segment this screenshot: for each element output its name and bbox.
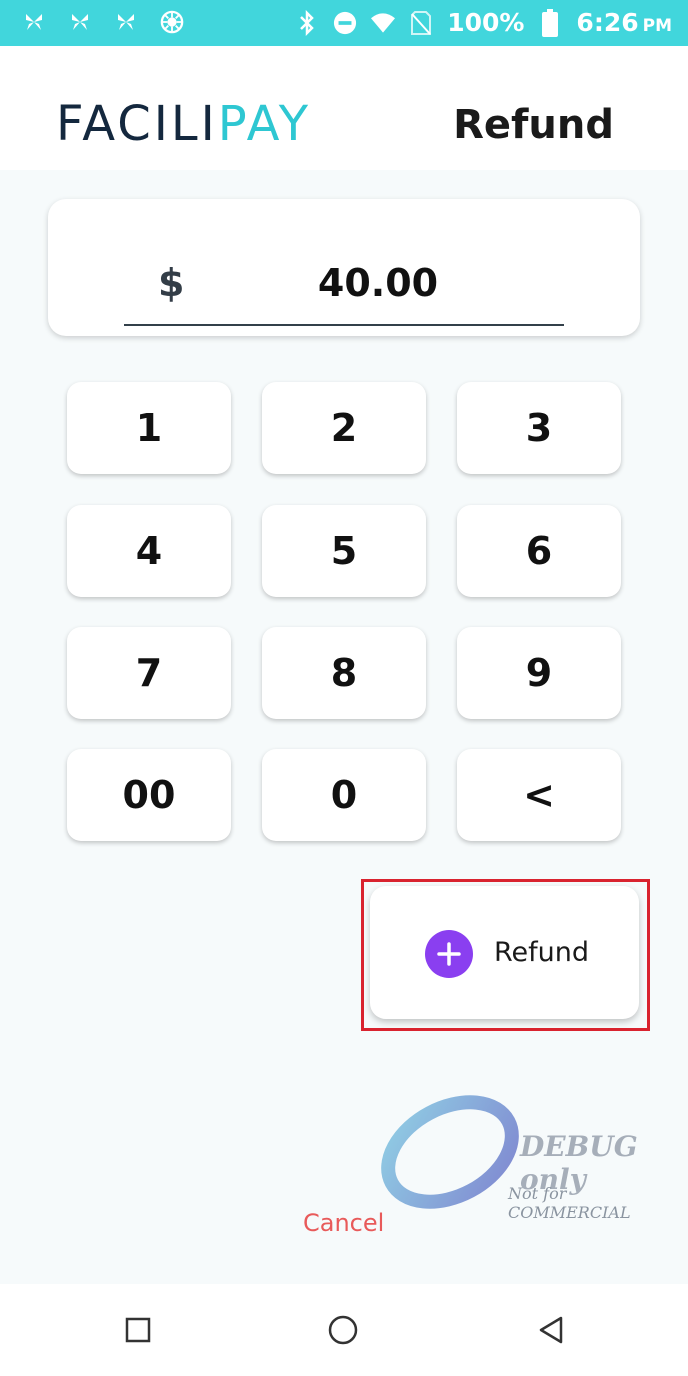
facilipay-logo: FACILIPAY bbox=[56, 96, 311, 152]
am-pm: PM bbox=[642, 16, 672, 36]
butterfly-icon bbox=[22, 10, 46, 34]
logo-part2: PAY bbox=[217, 96, 312, 152]
key-5[interactable]: 5 bbox=[262, 505, 426, 597]
refund-button[interactable]: Refund bbox=[370, 886, 639, 1019]
back-icon[interactable] bbox=[535, 1314, 567, 1346]
key-backspace[interactable]: < bbox=[457, 749, 621, 841]
notification-icons bbox=[22, 10, 184, 34]
amount-underline bbox=[124, 324, 564, 326]
do-not-disturb-icon bbox=[333, 11, 357, 35]
aperture-icon bbox=[160, 10, 184, 34]
key-9[interactable]: 9 bbox=[457, 627, 621, 719]
butterfly-icon bbox=[68, 10, 92, 34]
system-nav-bar bbox=[0, 1284, 688, 1376]
status-bar: 100% 6:26 PM bbox=[0, 0, 688, 46]
key-2[interactable]: 2 bbox=[262, 382, 426, 474]
system-status: 100% 6:26 PM bbox=[295, 8, 672, 37]
currency-symbol: $ bbox=[158, 261, 185, 305]
recents-icon[interactable] bbox=[122, 1314, 154, 1346]
clock: 6:26 PM bbox=[576, 8, 672, 37]
cancel-button[interactable]: Cancel bbox=[303, 1209, 384, 1237]
home-icon[interactable] bbox=[327, 1314, 359, 1346]
watermark-line2: Not for COMMERCIAL bbox=[508, 1184, 631, 1222]
time: 6:26 bbox=[576, 8, 639, 37]
app-header: FACILIPAY Refund bbox=[0, 46, 688, 170]
battery-percent: 100% bbox=[447, 8, 525, 37]
wifi-icon bbox=[371, 11, 396, 35]
key-8[interactable]: 8 bbox=[262, 627, 426, 719]
key-4[interactable]: 4 bbox=[67, 505, 231, 597]
plus-icon bbox=[425, 930, 473, 978]
no-sim-icon bbox=[409, 10, 433, 35]
debug-watermark: DEBUG only Not for COMMERCIAL bbox=[378, 1092, 688, 1222]
refund-button-label: Refund bbox=[494, 937, 590, 968]
key-3[interactable]: 3 bbox=[457, 382, 621, 474]
key-7[interactable]: 7 bbox=[67, 627, 231, 719]
watermark-swirl-icon bbox=[381, 1095, 519, 1209]
key-00[interactable]: 00 bbox=[67, 749, 231, 841]
key-1[interactable]: 1 bbox=[67, 382, 231, 474]
page-title: Refund bbox=[453, 102, 614, 148]
logo-part1: FACILI bbox=[56, 96, 218, 152]
amount-input[interactable]: 40.00 bbox=[248, 261, 508, 305]
butterfly-icon bbox=[114, 10, 138, 34]
battery-icon bbox=[538, 8, 562, 37]
bluetooth-icon bbox=[295, 9, 319, 36]
key-6[interactable]: 6 bbox=[457, 505, 621, 597]
amount-card: $ 40.00 bbox=[48, 199, 640, 336]
key-0[interactable]: 0 bbox=[262, 749, 426, 841]
